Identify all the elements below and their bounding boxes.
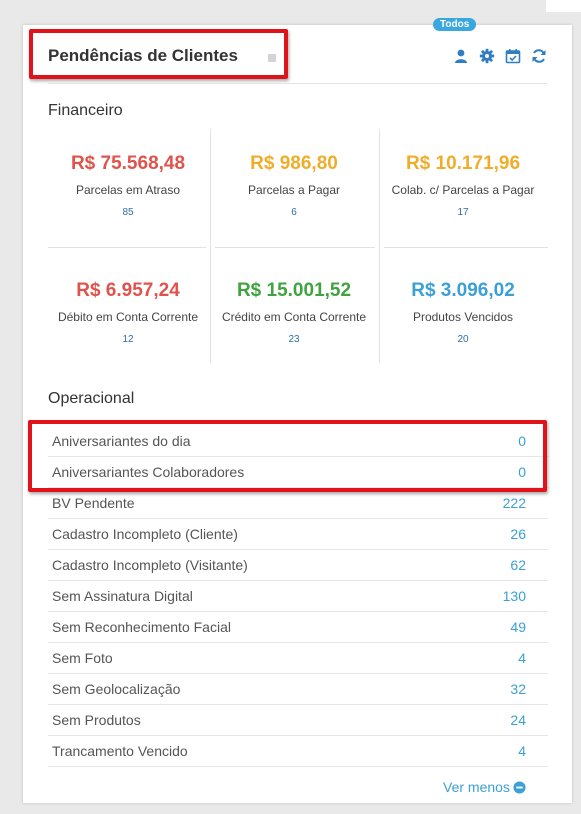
fin-value: R$ 75.568,48 [70, 153, 186, 174]
grid-divider [384, 247, 548, 248]
row-label: Sem Foto [52, 650, 113, 666]
fin-value: R$ 10.171,96 [405, 153, 521, 174]
row-label: Sem Geolocalização [52, 681, 181, 697]
card-title: Pendências de Clientes [48, 46, 238, 65]
fin-label: Crédito em Conta Corrente [221, 310, 367, 324]
fin-value: R$ 15.001,52 [236, 280, 352, 301]
row-label: Cadastro Incompleto (Cliente) [52, 526, 238, 542]
list-item[interactable]: Sem Geolocalização 32 [48, 674, 548, 705]
refresh-icon[interactable] [531, 48, 547, 64]
ver-menos-label: Ver menos [443, 779, 510, 795]
fin-card-produtos-vencidos: R$ 3.096,02 Produtos Vencidos 20 [380, 280, 546, 346]
row-label: BV Pendente [52, 495, 135, 511]
top-strip [546, 0, 581, 12]
operacional-title: Operacional [48, 390, 135, 407]
fin-count-link[interactable]: 23 [211, 334, 377, 346]
row-label: Trancamento Vencido [52, 743, 188, 759]
row-count[interactable]: 62 [510, 550, 526, 580]
fin-card-debito-conta: R$ 6.957,24 Débito em Conta Corrente 12 [45, 280, 211, 346]
row-count[interactable]: 4 [518, 643, 526, 673]
grid-divider [48, 247, 206, 248]
row-count[interactable]: 24 [510, 705, 526, 735]
fin-card-colab-parcelas: R$ 10.171,96 Colab. c/ Parcelas a Pagar … [380, 153, 546, 219]
list-item[interactable]: Sem Reconhecimento Facial 49 [48, 612, 548, 643]
gear-icon[interactable] [479, 48, 495, 64]
list-item[interactable]: Sem Produtos 24 [48, 705, 548, 736]
list-item[interactable]: Sem Foto 4 [48, 643, 548, 674]
row-count[interactable]: 49 [510, 612, 526, 642]
fin-count-link[interactable]: 17 [380, 207, 546, 219]
fin-label: Produtos Vencidos [412, 310, 514, 324]
financeiro-title: Financeiro [48, 102, 123, 119]
row-label: Sem Produtos [52, 712, 141, 728]
fin-label: Débito em Conta Corrente [57, 310, 199, 324]
fin-card-parcelas-atraso: R$ 75.568,48 Parcelas em Atraso 85 [45, 153, 211, 219]
row-label: Sem Assinatura Digital [52, 588, 193, 604]
fin-value: R$ 986,80 [250, 153, 338, 174]
user-icon[interactable] [453, 48, 469, 64]
financeiro-grid: R$ 75.568,48 Parcelas em Atraso 85 R$ 98… [48, 129, 548, 363]
fin-count-link[interactable]: 20 [380, 334, 546, 346]
fin-count-link[interactable]: 6 [211, 207, 377, 219]
minus-circle-icon [513, 781, 526, 794]
row-label: Sem Reconhecimento Facial [52, 619, 231, 635]
row-count[interactable]: 222 [503, 488, 526, 518]
list-item[interactable]: Cadastro Incompleto (Visitante) 62 [48, 550, 548, 581]
list-item[interactable]: Trancamento Vencido 4 [48, 736, 548, 767]
fin-label: Parcelas a Pagar [247, 183, 341, 197]
fin-label: Colab. c/ Parcelas a Pagar [391, 183, 535, 197]
list-item[interactable]: Sem Assinatura Digital 130 [48, 581, 548, 612]
row-count[interactable]: 26 [510, 519, 526, 549]
fin-count-link[interactable]: 85 [45, 207, 211, 219]
fin-value: R$ 6.957,24 [76, 280, 180, 301]
fin-card-credito-conta: R$ 15.001,52 Crédito em Conta Corrente 2… [211, 280, 377, 346]
todos-badge[interactable]: Todos [433, 18, 477, 31]
expand-icon[interactable] [268, 54, 276, 62]
row-count[interactable]: 4 [518, 736, 526, 766]
row-label: Cadastro Incompleto (Visitante) [52, 557, 248, 573]
row-count[interactable]: 130 [503, 581, 526, 611]
fin-count-link[interactable]: 12 [45, 334, 211, 346]
fin-value: R$ 3.096,02 [411, 280, 515, 301]
fin-label: Parcelas em Atraso [75, 183, 181, 197]
ver-menos-link[interactable]: Ver menos [443, 779, 526, 795]
list-item[interactable]: BV Pendente 222 [48, 488, 548, 519]
header-divider [48, 83, 547, 84]
list-item[interactable]: Cadastro Incompleto (Cliente) 26 [48, 519, 548, 550]
row-count[interactable]: 32 [510, 674, 526, 704]
aniversariantes-highlight-box [28, 420, 547, 492]
fin-card-parcelas-pagar: R$ 986,80 Parcelas a Pagar 6 [211, 153, 377, 219]
calendar-check-icon[interactable] [505, 48, 521, 64]
pending-clients-card: Todos Pendências de Clientes Financeiro [23, 18, 572, 803]
grid-divider [215, 247, 375, 248]
